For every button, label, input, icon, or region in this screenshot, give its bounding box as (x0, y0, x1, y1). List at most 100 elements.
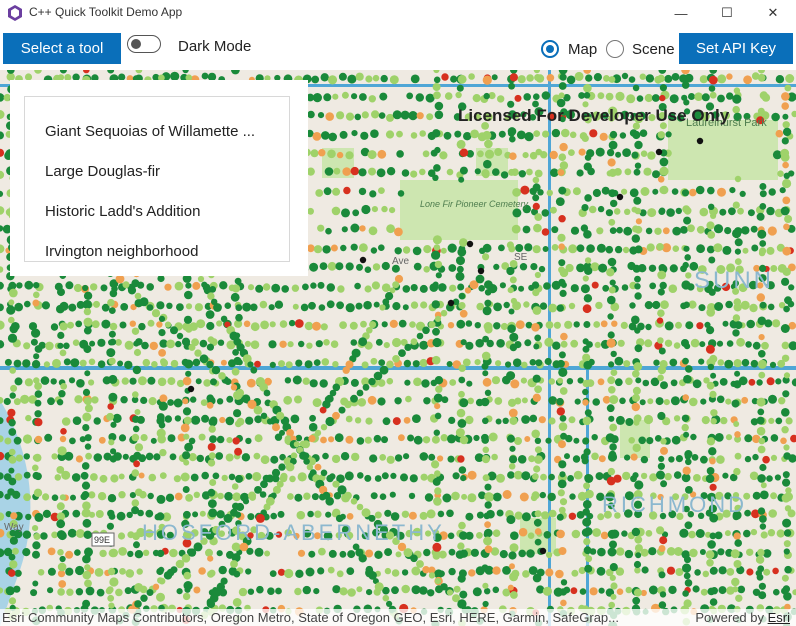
tree-point (76, 379, 85, 388)
tree-point (138, 472, 145, 479)
tree-point (632, 370, 640, 378)
tree-point (580, 284, 590, 294)
tree-point (8, 597, 17, 605)
tree-point (772, 567, 779, 575)
tool-list[interactable]: Giant Sequoias of Willamette ... Large D… (24, 96, 290, 262)
tree-point (750, 359, 759, 368)
tree-point (757, 408, 765, 416)
tree-point (710, 409, 718, 417)
tree-point (207, 459, 216, 467)
tree-point (510, 591, 518, 599)
tree-point (581, 204, 589, 212)
tree-point (726, 568, 735, 576)
tool-item-giant-sequoias[interactable]: Giant Sequoias of Willamette ... (45, 123, 255, 140)
tree-point (8, 477, 17, 486)
tree-point (416, 332, 424, 340)
tree-point (629, 188, 639, 198)
minimize-button[interactable]: — (658, 0, 704, 26)
tree-point (673, 471, 682, 479)
tree-point (216, 510, 225, 519)
tree-point (481, 436, 490, 444)
tree-point (205, 310, 215, 319)
tree-point (615, 151, 622, 158)
tree-point (694, 569, 701, 576)
tree-point (657, 462, 666, 470)
tree-point (670, 379, 678, 387)
tree-point (522, 152, 529, 159)
tree-point (494, 397, 503, 405)
tree-point (780, 206, 790, 216)
tree-point (515, 320, 525, 329)
tree-point (404, 379, 411, 386)
tree-point (456, 265, 464, 273)
tree-point (684, 343, 691, 350)
tool-item-douglas-fir[interactable]: Large Douglas-fir (45, 163, 160, 180)
tree-point (336, 151, 344, 159)
tree-point (633, 168, 641, 176)
tree-point (263, 503, 271, 511)
tree-point (100, 284, 108, 292)
tree-point (633, 588, 642, 597)
tree-point (32, 580, 39, 587)
maximize-button[interactable]: ☐ (704, 0, 750, 26)
tree-point (325, 497, 335, 506)
close-button[interactable]: ✕ (750, 0, 796, 26)
tree-point (63, 358, 71, 366)
tree-point (176, 588, 183, 595)
tree-point (700, 588, 708, 596)
tree-point (370, 357, 378, 365)
tree-point (774, 474, 782, 481)
tree-point (768, 394, 777, 404)
tool-item-irvington[interactable]: Irvington neighborhood (45, 243, 198, 260)
tree-point (749, 471, 759, 481)
select-tool-button[interactable]: Select a tool (3, 33, 121, 64)
tree-point (706, 437, 716, 446)
tree-point (688, 530, 696, 539)
tree-point (744, 434, 753, 443)
tree-point (117, 532, 126, 540)
set-api-key-button[interactable]: Set API Key (679, 33, 793, 64)
tree-point (182, 486, 190, 493)
tree-point (644, 93, 653, 103)
tree-point (233, 570, 241, 578)
map-radio[interactable] (541, 40, 559, 58)
tree-point (652, 170, 660, 179)
tree-point (632, 84, 640, 92)
tree-point (532, 202, 540, 210)
tree-point (639, 129, 648, 137)
tree-point (110, 448, 117, 455)
tool-item-ladds-addition[interactable]: Historic Ladd's Addition (45, 203, 200, 220)
tree-point (294, 587, 302, 596)
tree-point (449, 284, 457, 292)
tree-point (75, 455, 83, 463)
tree-point (559, 161, 569, 170)
tree-point (584, 257, 592, 264)
tree-point (88, 379, 95, 386)
tree-point (440, 309, 448, 317)
tree-point (710, 212, 717, 219)
tree-point (683, 431, 690, 438)
tree-point (658, 207, 666, 215)
tree-point (93, 453, 103, 462)
tree-point (163, 571, 173, 580)
tree-point (784, 215, 793, 223)
tree-point (109, 338, 117, 346)
tree-point (558, 186, 567, 195)
tree-point (784, 296, 792, 305)
tree-point (531, 281, 540, 289)
tree-point (706, 326, 715, 335)
esri-link[interactable]: Esri (768, 610, 790, 625)
tree-point (382, 417, 391, 426)
tree-point (508, 455, 518, 464)
dark-mode-toggle[interactable] (127, 35, 161, 53)
scene-radio[interactable] (606, 40, 624, 58)
tree-point (472, 587, 482, 597)
tree-point (756, 426, 766, 436)
tree-point (681, 81, 690, 89)
tree-point (767, 303, 775, 311)
tree-point (355, 302, 363, 310)
tree-point (730, 549, 740, 559)
tree-point (93, 417, 101, 425)
tree-point (426, 113, 434, 121)
tree-point (450, 75, 458, 83)
